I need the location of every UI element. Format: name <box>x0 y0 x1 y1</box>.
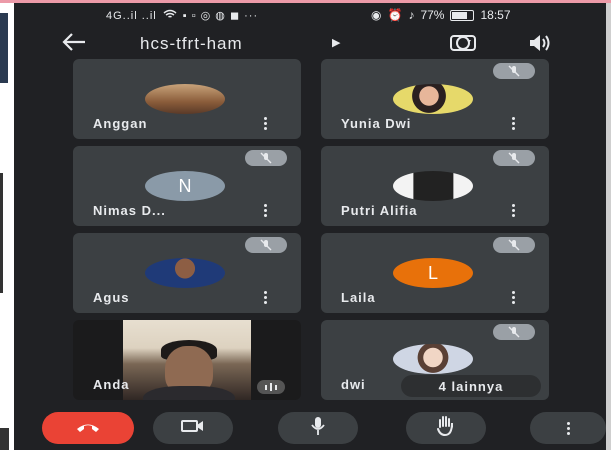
participant-tile[interactable]: Agus <box>73 233 301 313</box>
participant-photo <box>145 258 225 288</box>
speaker-icon[interactable] <box>526 33 554 58</box>
battery-percent: 77% <box>420 8 445 22</box>
meeting-title[interactable]: hcs-tfrt-ham <box>140 34 243 54</box>
participant-tile[interactable]: N Nimas D... <box>73 146 301 226</box>
clock: 18:57 <box>480 8 511 22</box>
mic-off-icon <box>245 150 287 166</box>
more-vert-icon[interactable] <box>506 203 520 217</box>
video-camera-icon <box>180 418 206 439</box>
right-edge-strip <box>606 3 611 450</box>
notification-icons: ▪ ▫ ◎ ◍ ◼ ··· <box>182 10 259 22</box>
participant-initial-avatar: L <box>393 258 473 288</box>
self-video-feed <box>123 320 251 400</box>
participant-photo <box>393 171 473 201</box>
flip-camera-icon[interactable] <box>448 33 478 58</box>
participant-tile[interactable]: Anggan <box>73 59 301 139</box>
meet-screen: 4G..il ..il ▪ ▫ ◎ ◍ ◼ ··· ◉ ⏰ ♪ 77% 18:5… <box>14 3 606 450</box>
alarm-icon: ⏰ <box>387 8 403 22</box>
participant-name: Agus <box>93 290 130 305</box>
participant-photo <box>393 344 473 374</box>
more-vert-icon[interactable] <box>258 203 272 217</box>
participant-initial-avatar: N <box>145 171 225 201</box>
participant-photo <box>145 84 225 114</box>
eye-icon: ◉ <box>371 8 382 22</box>
more-vert-icon[interactable] <box>258 116 272 130</box>
wifi-icon <box>163 9 177 22</box>
participant-name: Nimas D... <box>93 203 166 218</box>
participant-tile[interactable]: Yunia Dwi <box>321 59 549 139</box>
raise-hand-icon <box>435 415 457 442</box>
mic-off-icon <box>245 237 287 253</box>
participant-name: Laila <box>341 290 376 305</box>
status-signal: 4G..il ..il ▪ ▫ ◎ ◍ ◼ ··· <box>106 9 259 23</box>
meeting-header: hcs-tfrt-ham ▶ <box>14 29 606 61</box>
raise-hand-button[interactable] <box>406 412 486 444</box>
end-call-button[interactable] <box>42 412 134 444</box>
participant-tile[interactable]: Putri Alifia <box>321 146 549 226</box>
participant-photo <box>393 84 473 114</box>
video-body <box>143 386 235 400</box>
more-vert-icon[interactable] <box>506 116 520 130</box>
left-edge-strip <box>0 3 14 450</box>
mic-off-icon <box>493 324 535 340</box>
participant-name: Putri Alifia <box>341 203 418 218</box>
mic-off-icon <box>493 63 535 79</box>
mute-bell-icon: ♪ <box>408 8 415 22</box>
more-vert-icon[interactable] <box>258 290 272 304</box>
camera-toggle-button[interactable] <box>153 412 233 444</box>
back-arrow-icon[interactable] <box>60 31 88 59</box>
more-options-button[interactable] <box>530 412 606 444</box>
status-right: ◉ ⏰ ♪ 77% 18:57 <box>371 8 511 22</box>
avatar-initial: L <box>427 262 438 283</box>
participant-name: dwi <box>341 377 366 392</box>
more-vert-icon[interactable] <box>506 290 520 304</box>
edge-mark <box>0 13 8 83</box>
more-participants-chip[interactable]: 4 lainnya <box>401 375 541 397</box>
mic-icon <box>310 416 326 441</box>
battery-icon <box>450 9 475 21</box>
mic-off-icon <box>493 150 535 166</box>
participant-name: Anda <box>93 377 130 392</box>
avatar-initial: N <box>178 175 192 196</box>
participant-name: Anggan <box>93 116 148 131</box>
call-controls <box>14 406 606 450</box>
self-video-tile[interactable]: Anda <box>73 320 301 400</box>
participant-tile[interactable]: dwi 4 lainnya <box>321 320 549 400</box>
speaking-indicator-icon <box>257 380 285 394</box>
caret-right-icon[interactable]: ▶ <box>332 36 340 49</box>
mic-off-icon <box>493 237 535 253</box>
more-vert-icon <box>566 421 570 435</box>
participant-tile[interactable]: L Laila <box>321 233 549 313</box>
mic-toggle-button[interactable] <box>278 412 358 444</box>
status-bar: 4G..il ..il ▪ ▫ ◎ ◍ ◼ ··· ◉ ⏰ ♪ 77% 18:5… <box>14 3 606 29</box>
signal-text: 4G..il ..il <box>106 9 157 22</box>
participant-name: Yunia Dwi <box>341 116 412 131</box>
edge-mark <box>0 173 3 293</box>
edge-mark <box>0 428 9 450</box>
